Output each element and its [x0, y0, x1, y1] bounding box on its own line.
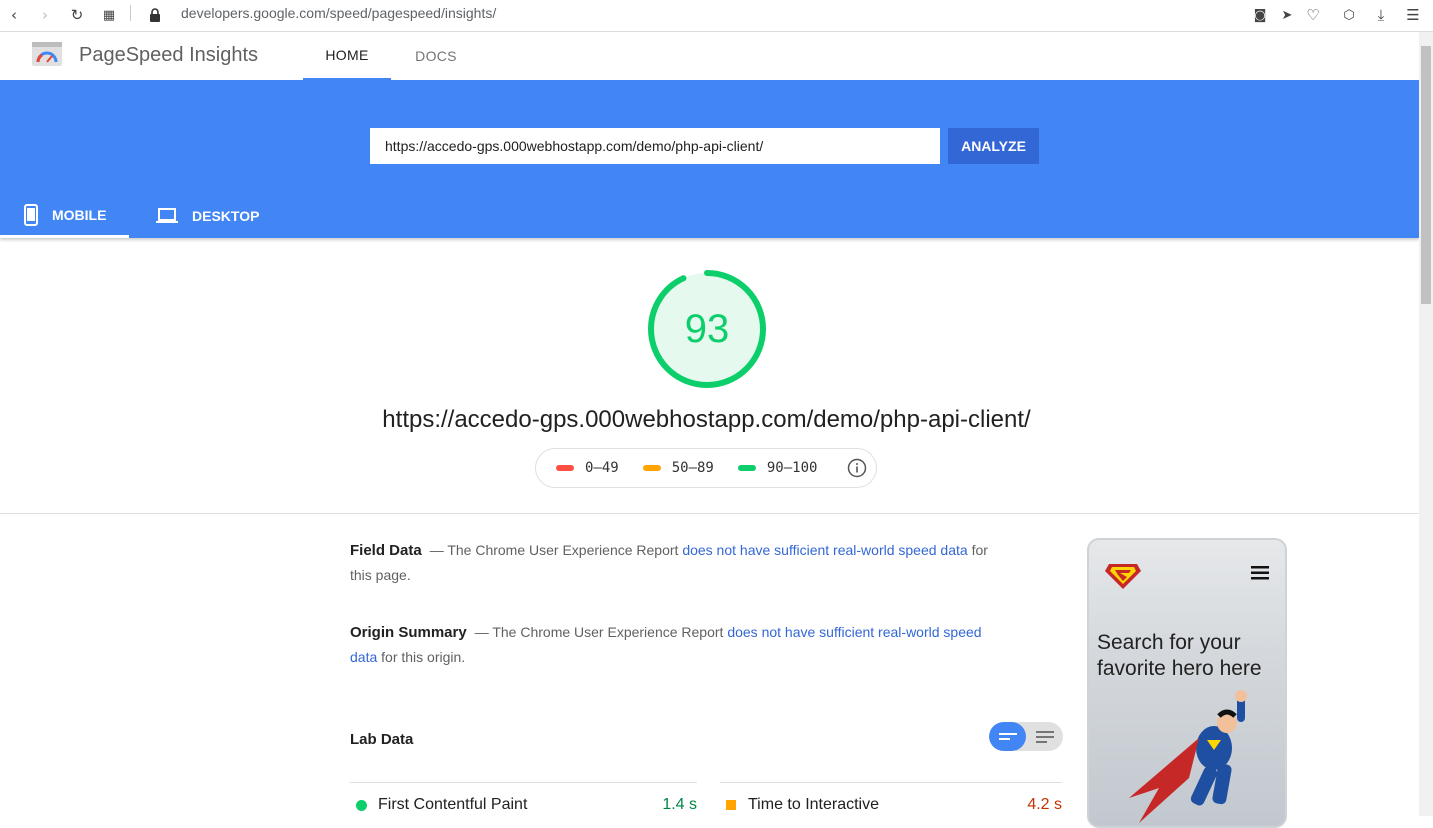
field-data-link[interactable]: does not have sufficient real-world spee…	[682, 542, 967, 558]
mobile-icon	[24, 203, 38, 226]
origin-summary-text: — The Chrome User Experience Report	[474, 624, 728, 640]
compact-lines-icon	[998, 732, 1017, 740]
tab-desktop[interactable]: DESKTOP	[156, 194, 266, 238]
expanded-view-toggle[interactable]	[1026, 722, 1063, 751]
tab-desktop-label: DESKTOP	[192, 208, 260, 224]
tab-mobile-label: MOBILE	[52, 206, 107, 223]
superman-logo-icon	[1105, 564, 1141, 589]
metric-time-to-interactive: Time to Interactive 4.2 s	[720, 782, 1062, 822]
forward-icon[interactable]: ›	[34, 4, 56, 26]
section-divider	[0, 513, 1419, 514]
toolbar-separator	[130, 5, 131, 21]
field-data-section: Field Data — The Chrome User Experience R…	[350, 538, 1000, 588]
menu-icon[interactable]: ☰	[1402, 4, 1424, 26]
metric-label: Time to Interactive	[748, 796, 880, 813]
pagespeed-logo-icon	[32, 42, 62, 70]
address-bar[interactable]: developers.google.com/speed/pagespeed/in…	[181, 4, 496, 22]
hamburger-icon	[1251, 566, 1269, 580]
performance-score: 93	[684, 306, 730, 351]
grid-icon[interactable]: ▦	[98, 4, 120, 26]
legend-swatch-pass	[737, 465, 756, 471]
legend-label-pass: 90–100	[766, 460, 818, 476]
tab-mobile[interactable]: MOBILE	[0, 194, 129, 238]
legend-swatch-average	[642, 465, 661, 471]
url-input[interactable]	[370, 128, 940, 164]
app-title: PageSpeed Insights	[79, 44, 259, 66]
legend-item-fail: 0–49	[556, 460, 619, 476]
pass-indicator	[356, 800, 367, 811]
legend-label-average: 50–89	[671, 460, 714, 476]
average-indicator	[726, 800, 736, 810]
app-header: PageSpeed Insights HOME DOCS	[0, 32, 1419, 80]
page-scrollbar[interactable]	[1419, 32, 1433, 816]
origin-summary-section: Origin Summary — The Chrome User Experien…	[350, 620, 1000, 670]
tab-docs[interactable]: DOCS	[396, 32, 476, 80]
lock-icon	[144, 4, 166, 26]
field-data-text: — The Chrome User Experience Report	[429, 542, 683, 558]
analyze-button[interactable]: ANALYZE	[948, 128, 1039, 164]
info-icon[interactable]	[847, 458, 867, 482]
origin-summary-title: Origin Summary	[350, 624, 467, 641]
laptop-icon	[156, 208, 178, 224]
cube-icon[interactable]: ⬡	[1338, 4, 1360, 26]
send-icon[interactable]: ➤	[1276, 4, 1298, 26]
superhero-illustration	[1129, 690, 1247, 823]
legend-swatch-fail	[556, 465, 574, 471]
camera-icon[interactable]: ◙	[1249, 4, 1271, 26]
metric-value: 1.4 s	[662, 796, 697, 813]
legend-item-pass: 90–100	[737, 460, 818, 476]
metric-value: 4.2 s	[1027, 796, 1062, 813]
browser-toolbar: ‹ › ↻ ▦ developers.google.com/speed/page…	[0, 0, 1433, 32]
view-toggle	[989, 722, 1063, 751]
preview-heading: Search for your favorite hero here	[1097, 631, 1262, 680]
compact-view-toggle[interactable]	[989, 722, 1026, 751]
heart-icon[interactable]: ♡	[1302, 4, 1324, 26]
expanded-lines-icon	[1035, 730, 1054, 743]
legend-item-average: 50–89	[642, 460, 714, 476]
scrollbar-thumb[interactable]	[1421, 46, 1431, 304]
legend-label-fail: 0–49	[585, 460, 619, 476]
lab-data-title: Lab Data	[350, 731, 414, 748]
back-icon[interactable]: ‹	[3, 4, 25, 26]
metric-label: First Contentful Paint	[378, 796, 528, 813]
page-screenshot-preview: Search for your favorite hero here	[1087, 538, 1287, 828]
metric-first-contentful-paint: First Contentful Paint 1.4 s	[350, 782, 697, 822]
tab-home[interactable]: HOME	[303, 32, 391, 80]
field-data-title: Field Data	[350, 542, 422, 559]
reload-icon[interactable]: ↻	[66, 4, 88, 26]
download-icon[interactable]: ⤓	[1370, 4, 1392, 26]
analyze-hero: ANALYZE MOBILE DESKTOP	[0, 80, 1419, 238]
origin-summary-suffix: for this origin.	[377, 649, 466, 665]
score-legend: 0–49 50–89 90–100	[535, 448, 877, 488]
report-url: https://accedo-gps.000webhostapp.com/dem…	[382, 406, 1031, 433]
